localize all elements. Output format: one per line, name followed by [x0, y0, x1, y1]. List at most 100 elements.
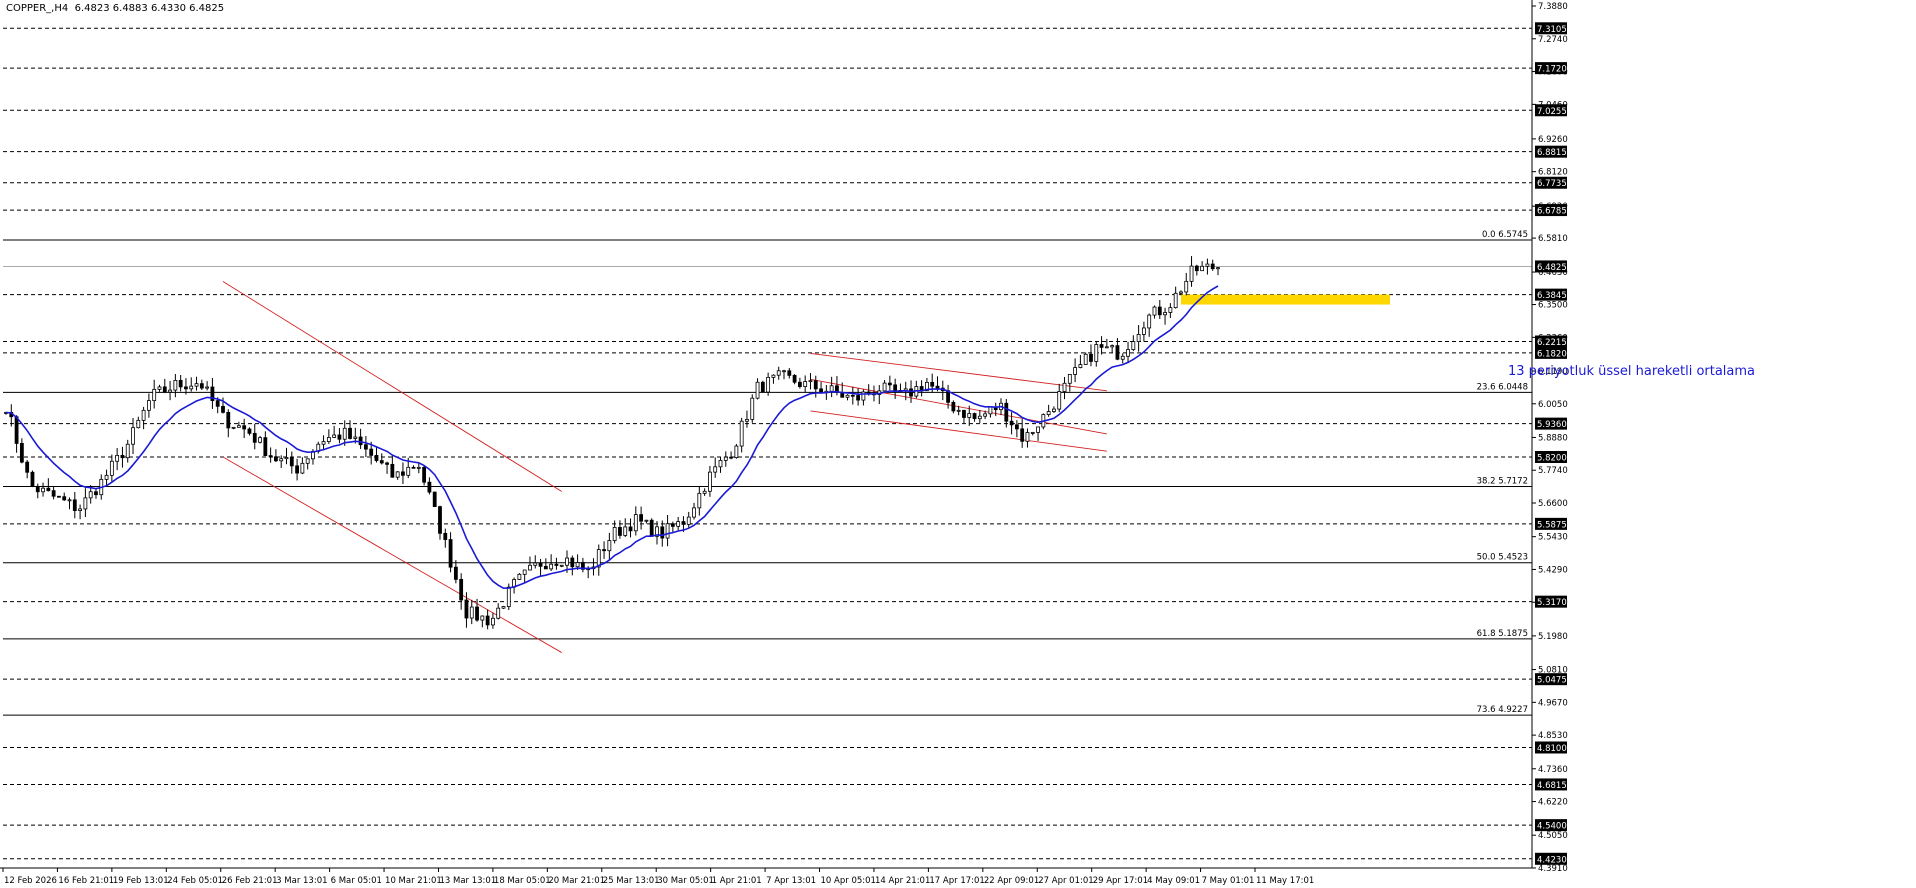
- candle-body: [1194, 265, 1199, 272]
- candle-body: [374, 454, 379, 461]
- candle-body: [808, 380, 813, 383]
- candle-body: [887, 382, 892, 386]
- candle: [469, 599, 474, 625]
- candle: [453, 560, 458, 584]
- y-tick-label: 4.9670: [1538, 698, 1568, 708]
- candle-body: [88, 491, 93, 499]
- candle: [623, 518, 628, 538]
- candle-body: [464, 599, 469, 619]
- candle-body: [618, 527, 622, 536]
- candle-body: [745, 418, 749, 422]
- y-tick-label: 5.1980: [1538, 632, 1568, 642]
- candle: [988, 406, 993, 418]
- candle-body: [649, 519, 654, 537]
- candle: [1014, 420, 1019, 438]
- candle-body: [289, 457, 294, 467]
- candle-body: [1126, 349, 1130, 357]
- x-tick-label: 10 Apr 05:01: [821, 876, 876, 886]
- candle-body: [62, 496, 67, 501]
- candle-body: [983, 413, 988, 417]
- candle: [14, 415, 19, 453]
- candle: [792, 374, 797, 385]
- candle: [491, 612, 495, 629]
- candle-body: [1104, 346, 1109, 349]
- candle: [1025, 428, 1030, 448]
- candle: [51, 486, 56, 500]
- candle: [242, 418, 247, 439]
- candle: [639, 506, 644, 530]
- candle: [189, 377, 194, 392]
- candle-body: [194, 383, 199, 387]
- candle: [1083, 352, 1088, 365]
- candle: [559, 564, 564, 568]
- candle-body: [189, 385, 194, 390]
- candle: [83, 488, 88, 518]
- x-tick-label: 18 Mar 05:01: [494, 876, 551, 886]
- candle: [385, 461, 389, 474]
- candle-body: [274, 456, 278, 462]
- candle-body: [295, 465, 299, 474]
- candle-body: [369, 448, 374, 456]
- level-box-label: 4.8100: [1537, 744, 1567, 754]
- candle: [464, 592, 469, 628]
- candle: [236, 421, 241, 428]
- candle: [1184, 272, 1189, 296]
- candle: [776, 366, 781, 380]
- candle-body: [67, 499, 72, 502]
- candle-body: [279, 458, 284, 462]
- candle-body: [205, 386, 210, 389]
- candle: [279, 455, 284, 468]
- candle: [972, 412, 977, 422]
- candle: [1062, 376, 1067, 400]
- candle-body: [1136, 333, 1141, 342]
- candle: [379, 453, 384, 465]
- ohlc-values: 6.4823 6.4883 6.4330 6.4825: [74, 3, 225, 14]
- candle: [1136, 325, 1141, 352]
- candle: [1152, 305, 1157, 319]
- candle-body: [628, 526, 633, 532]
- candle-body: [321, 441, 326, 445]
- candle-body: [1163, 312, 1167, 316]
- candle-body: [427, 481, 432, 493]
- candle: [517, 573, 522, 581]
- candle-body: [554, 563, 559, 566]
- candle: [289, 451, 294, 474]
- candle-body: [395, 471, 400, 478]
- candle: [395, 471, 400, 480]
- fib-label: 50.0 5.4523: [1477, 553, 1528, 563]
- candle: [522, 569, 527, 583]
- candle: [538, 558, 543, 576]
- candle: [475, 598, 479, 622]
- candle-body: [797, 381, 802, 387]
- candle-body: [1030, 432, 1035, 434]
- candle-body: [358, 436, 363, 446]
- candle: [718, 457, 723, 473]
- x-tick-label: 30 Mar 05:01: [657, 876, 714, 886]
- candle: [1131, 335, 1136, 352]
- candle-body: [782, 370, 786, 373]
- candle: [1210, 259, 1215, 271]
- candle-body: [469, 606, 474, 619]
- fib-label: 0.0 6.5745: [1482, 230, 1528, 240]
- candle-body: [692, 507, 696, 518]
- candle: [819, 381, 823, 394]
- candle-body: [676, 521, 681, 527]
- candle-body: [575, 562, 580, 568]
- candle-body: [459, 578, 464, 601]
- candle: [1078, 354, 1083, 369]
- x-tick-label: 25 Mar 13:01: [603, 876, 660, 886]
- candle-body: [252, 432, 257, 443]
- candle-body: [416, 466, 421, 469]
- candle: [231, 426, 236, 430]
- candle: [1089, 344, 1093, 367]
- candle: [1200, 261, 1205, 272]
- candle: [321, 435, 326, 451]
- candle: [141, 406, 146, 430]
- candle-body: [1067, 373, 1072, 384]
- candle-body: [30, 471, 35, 487]
- candle-body: [353, 436, 358, 439]
- candle: [697, 486, 702, 516]
- candle-body: [909, 388, 913, 397]
- candle-body: [760, 381, 765, 393]
- candle-body: [131, 427, 135, 445]
